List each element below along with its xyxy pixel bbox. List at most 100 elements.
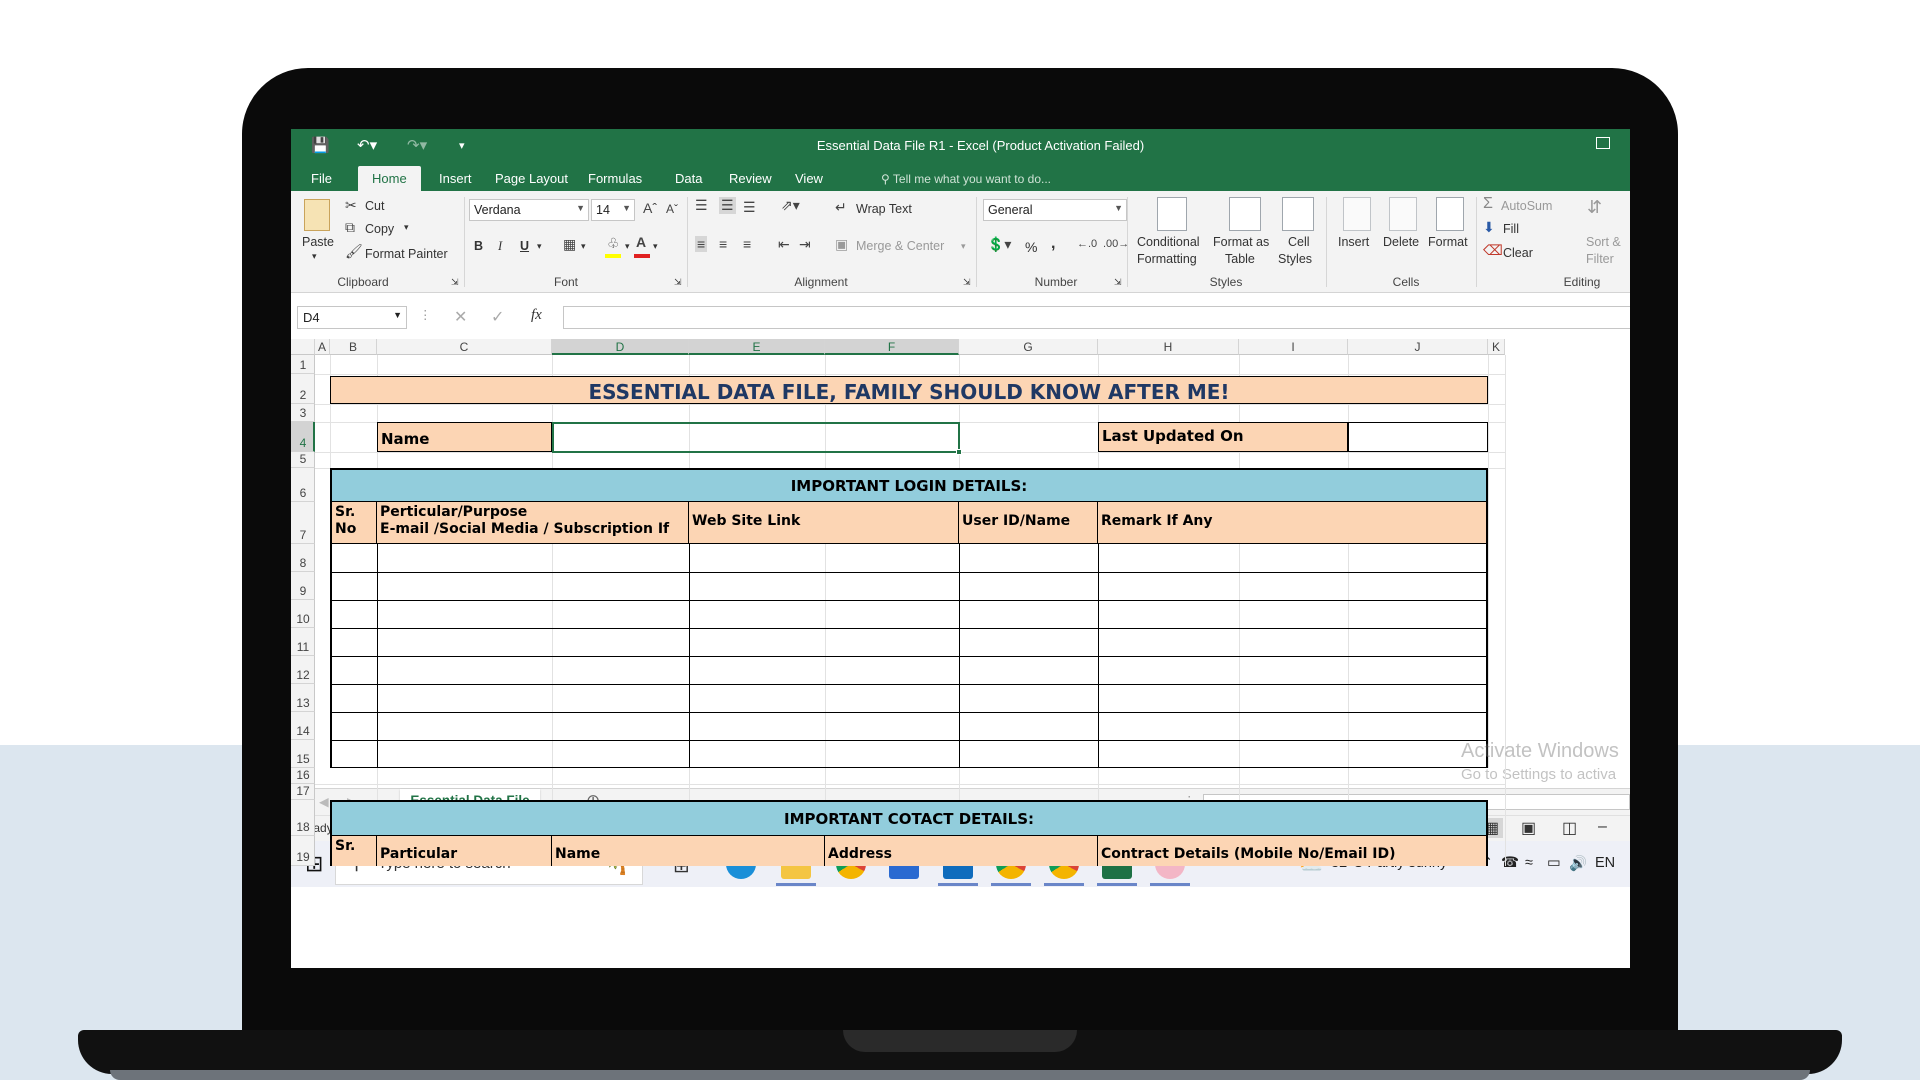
login-section-header[interactable]: IMPORTANT LOGIN DETAILS: <box>330 468 1488 502</box>
sheet-title-cell[interactable]: ESSENTIAL DATA FILE, FAMILY SHOULD KNOW … <box>330 376 1488 404</box>
font-color-icon[interactable]: A <box>636 234 646 250</box>
paste-button[interactable]: Paste <box>302 235 334 249</box>
row-header[interactable]: 11 <box>291 628 315 656</box>
sort-filter-label[interactable]: Sort & <box>1586 235 1621 249</box>
font-launcher-icon[interactable]: ⇲ <box>674 277 682 288</box>
row-header[interactable]: 18 <box>291 800 315 836</box>
ribbon-display-options-icon[interactable] <box>1596 137 1610 149</box>
increase-indent-icon[interactable]: ⇥ <box>799 236 811 253</box>
number-format-select[interactable]: General ▼ <box>983 199 1127 221</box>
last-updated-value-cell[interactable] <box>1348 422 1488 452</box>
column-header-i[interactable]: I <box>1239 339 1348 355</box>
paste-icon[interactable] <box>304 199 330 231</box>
contact-header-contact[interactable]: Contract Details (Mobile No/Email ID) <box>1098 836 1488 866</box>
delete-cells-button[interactable]: Delete <box>1383 235 1419 249</box>
underline-dropdown-icon[interactable]: ▾ <box>537 241 542 252</box>
paste-dropdown-icon[interactable]: ▾ <box>312 251 317 262</box>
row-header[interactable]: 14 <box>291 712 315 740</box>
column-header-d[interactable]: D <box>552 339 689 355</box>
last-updated-label-cell[interactable]: Last Updated On <box>1098 422 1348 452</box>
enter-formula-icon[interactable]: ✓ <box>491 307 504 327</box>
row-header[interactable]: 3 <box>291 404 315 422</box>
contact-header-sr[interactable]: Sr. <box>330 836 377 866</box>
row-header[interactable]: 5 <box>291 452 315 468</box>
decrease-font-icon[interactable]: Aˇ <box>666 202 678 216</box>
tell-me-box[interactable]: ⚲ Tell me what you want to do... <box>881 172 1051 186</box>
column-header-j[interactable]: J <box>1348 339 1488 355</box>
conditional-formatting-label-2[interactable]: Formatting <box>1137 252 1197 266</box>
contact-header-name[interactable]: Name <box>552 836 825 866</box>
row-header[interactable]: 19 <box>291 836 315 866</box>
tab-home[interactable]: Home <box>358 166 421 191</box>
increase-font-icon[interactable]: Aˆ <box>643 200 657 216</box>
row-header[interactable]: 10 <box>291 600 315 628</box>
cell-styles-label[interactable]: Cell <box>1288 235 1310 249</box>
borders-icon[interactable]: ▦ <box>563 236 576 253</box>
login-header-sr-no[interactable]: Sr. No <box>330 502 377 544</box>
decrease-decimal-icon[interactable]: .00→ <box>1103 238 1129 250</box>
select-all-corner[interactable] <box>291 339 315 355</box>
row-header[interactable]: 12 <box>291 656 315 684</box>
contact-header-address[interactable]: Address <box>825 836 1098 866</box>
cell-styles-icon[interactable] <box>1282 197 1314 231</box>
format-as-table-label[interactable]: Format as <box>1213 235 1269 249</box>
fill-handle[interactable] <box>956 449 962 455</box>
name-label-cell[interactable]: Name <box>377 422 552 452</box>
underline-button[interactable]: U <box>520 239 529 253</box>
cut-button[interactable]: Cut <box>365 199 384 213</box>
row-header[interactable]: 16 <box>291 768 315 784</box>
name-box[interactable]: D4 ▼ <box>297 306 407 329</box>
column-header-k[interactable]: K <box>1488 339 1505 355</box>
font-color-dropdown-icon[interactable]: ▾ <box>653 241 658 252</box>
font-size-select[interactable]: 14 ▼ <box>591 199 635 221</box>
merge-dropdown-icon[interactable]: ▾ <box>961 241 966 252</box>
align-right-icon[interactable]: ≡ <box>743 236 751 252</box>
sort-filter-label-2[interactable]: Filter <box>1586 252 1614 266</box>
column-header-f[interactable]: F <box>825 339 959 355</box>
contact-section-header[interactable]: IMPORTANT COTACT DETAILS: <box>330 800 1488 836</box>
contact-header-particular[interactable]: Particular <box>377 836 552 866</box>
row-header[interactable]: 15 <box>291 740 315 768</box>
comma-button[interactable]: , <box>1051 235 1055 253</box>
fill-color-icon[interactable]: ♧ <box>607 235 620 252</box>
column-header-b[interactable]: B <box>330 339 377 355</box>
row-header[interactable]: 6 <box>291 468 315 502</box>
copy-button[interactable]: Copy <box>365 222 394 236</box>
clipboard-launcher-icon[interactable]: ⇲ <box>451 277 459 288</box>
decrease-indent-icon[interactable]: ⇤ <box>778 236 790 253</box>
column-header-g[interactable]: G <box>959 339 1098 355</box>
insert-cells-button[interactable]: Insert <box>1338 235 1369 249</box>
column-header-c[interactable]: C <box>377 339 552 355</box>
login-header-userid[interactable]: User ID/Name <box>959 502 1098 544</box>
conditional-formatting-label[interactable]: Conditional <box>1137 235 1200 249</box>
login-header-particular[interactable]: Perticular/Purpose E-mail /Social Media /… <box>377 502 689 544</box>
row-header[interactable]: 13 <box>291 684 315 712</box>
tab-view[interactable]: View <box>781 168 837 191</box>
format-painter-button[interactable]: Format Painter <box>365 247 448 261</box>
column-header-e[interactable]: E <box>689 339 825 355</box>
formula-input[interactable] <box>563 306 1630 329</box>
tab-review[interactable]: Review <box>715 168 786 191</box>
row-header[interactable]: 7 <box>291 502 315 544</box>
tab-data[interactable]: Data <box>661 168 716 191</box>
tab-insert[interactable]: Insert <box>425 168 486 191</box>
tab-formulas[interactable]: Formulas <box>574 168 656 191</box>
row-header[interactable]: 1 <box>291 355 315 374</box>
merge-center-button[interactable]: Merge & Center <box>856 239 944 253</box>
format-cells-icon[interactable] <box>1436 197 1464 231</box>
row-header[interactable]: 9 <box>291 572 315 600</box>
row-header[interactable]: 8 <box>291 544 315 572</box>
login-header-remark[interactable]: Remark If Any <box>1098 502 1488 544</box>
column-header-h[interactable]: H <box>1098 339 1239 355</box>
row-header[interactable]: 4 <box>291 422 315 452</box>
cell-styles-label-2[interactable]: Styles <box>1278 252 1312 266</box>
borders-dropdown-icon[interactable]: ▾ <box>581 241 586 252</box>
currency-icon[interactable]: 💲▾ <box>987 236 1011 253</box>
selected-cell-d4[interactable] <box>552 422 960 453</box>
tab-file[interactable]: File <box>297 168 346 191</box>
align-bottom-icon[interactable]: ☰ <box>743 199 756 216</box>
bold-button[interactable]: B <box>474 239 483 253</box>
copy-dropdown-icon[interactable]: ▾ <box>404 222 409 233</box>
spreadsheet-grid[interactable]: A B C D E F G H I J K 1 2 3 4 5 6 7 8 9 … <box>291 339 1630 788</box>
alignment-launcher-icon[interactable]: ⇲ <box>963 277 971 288</box>
